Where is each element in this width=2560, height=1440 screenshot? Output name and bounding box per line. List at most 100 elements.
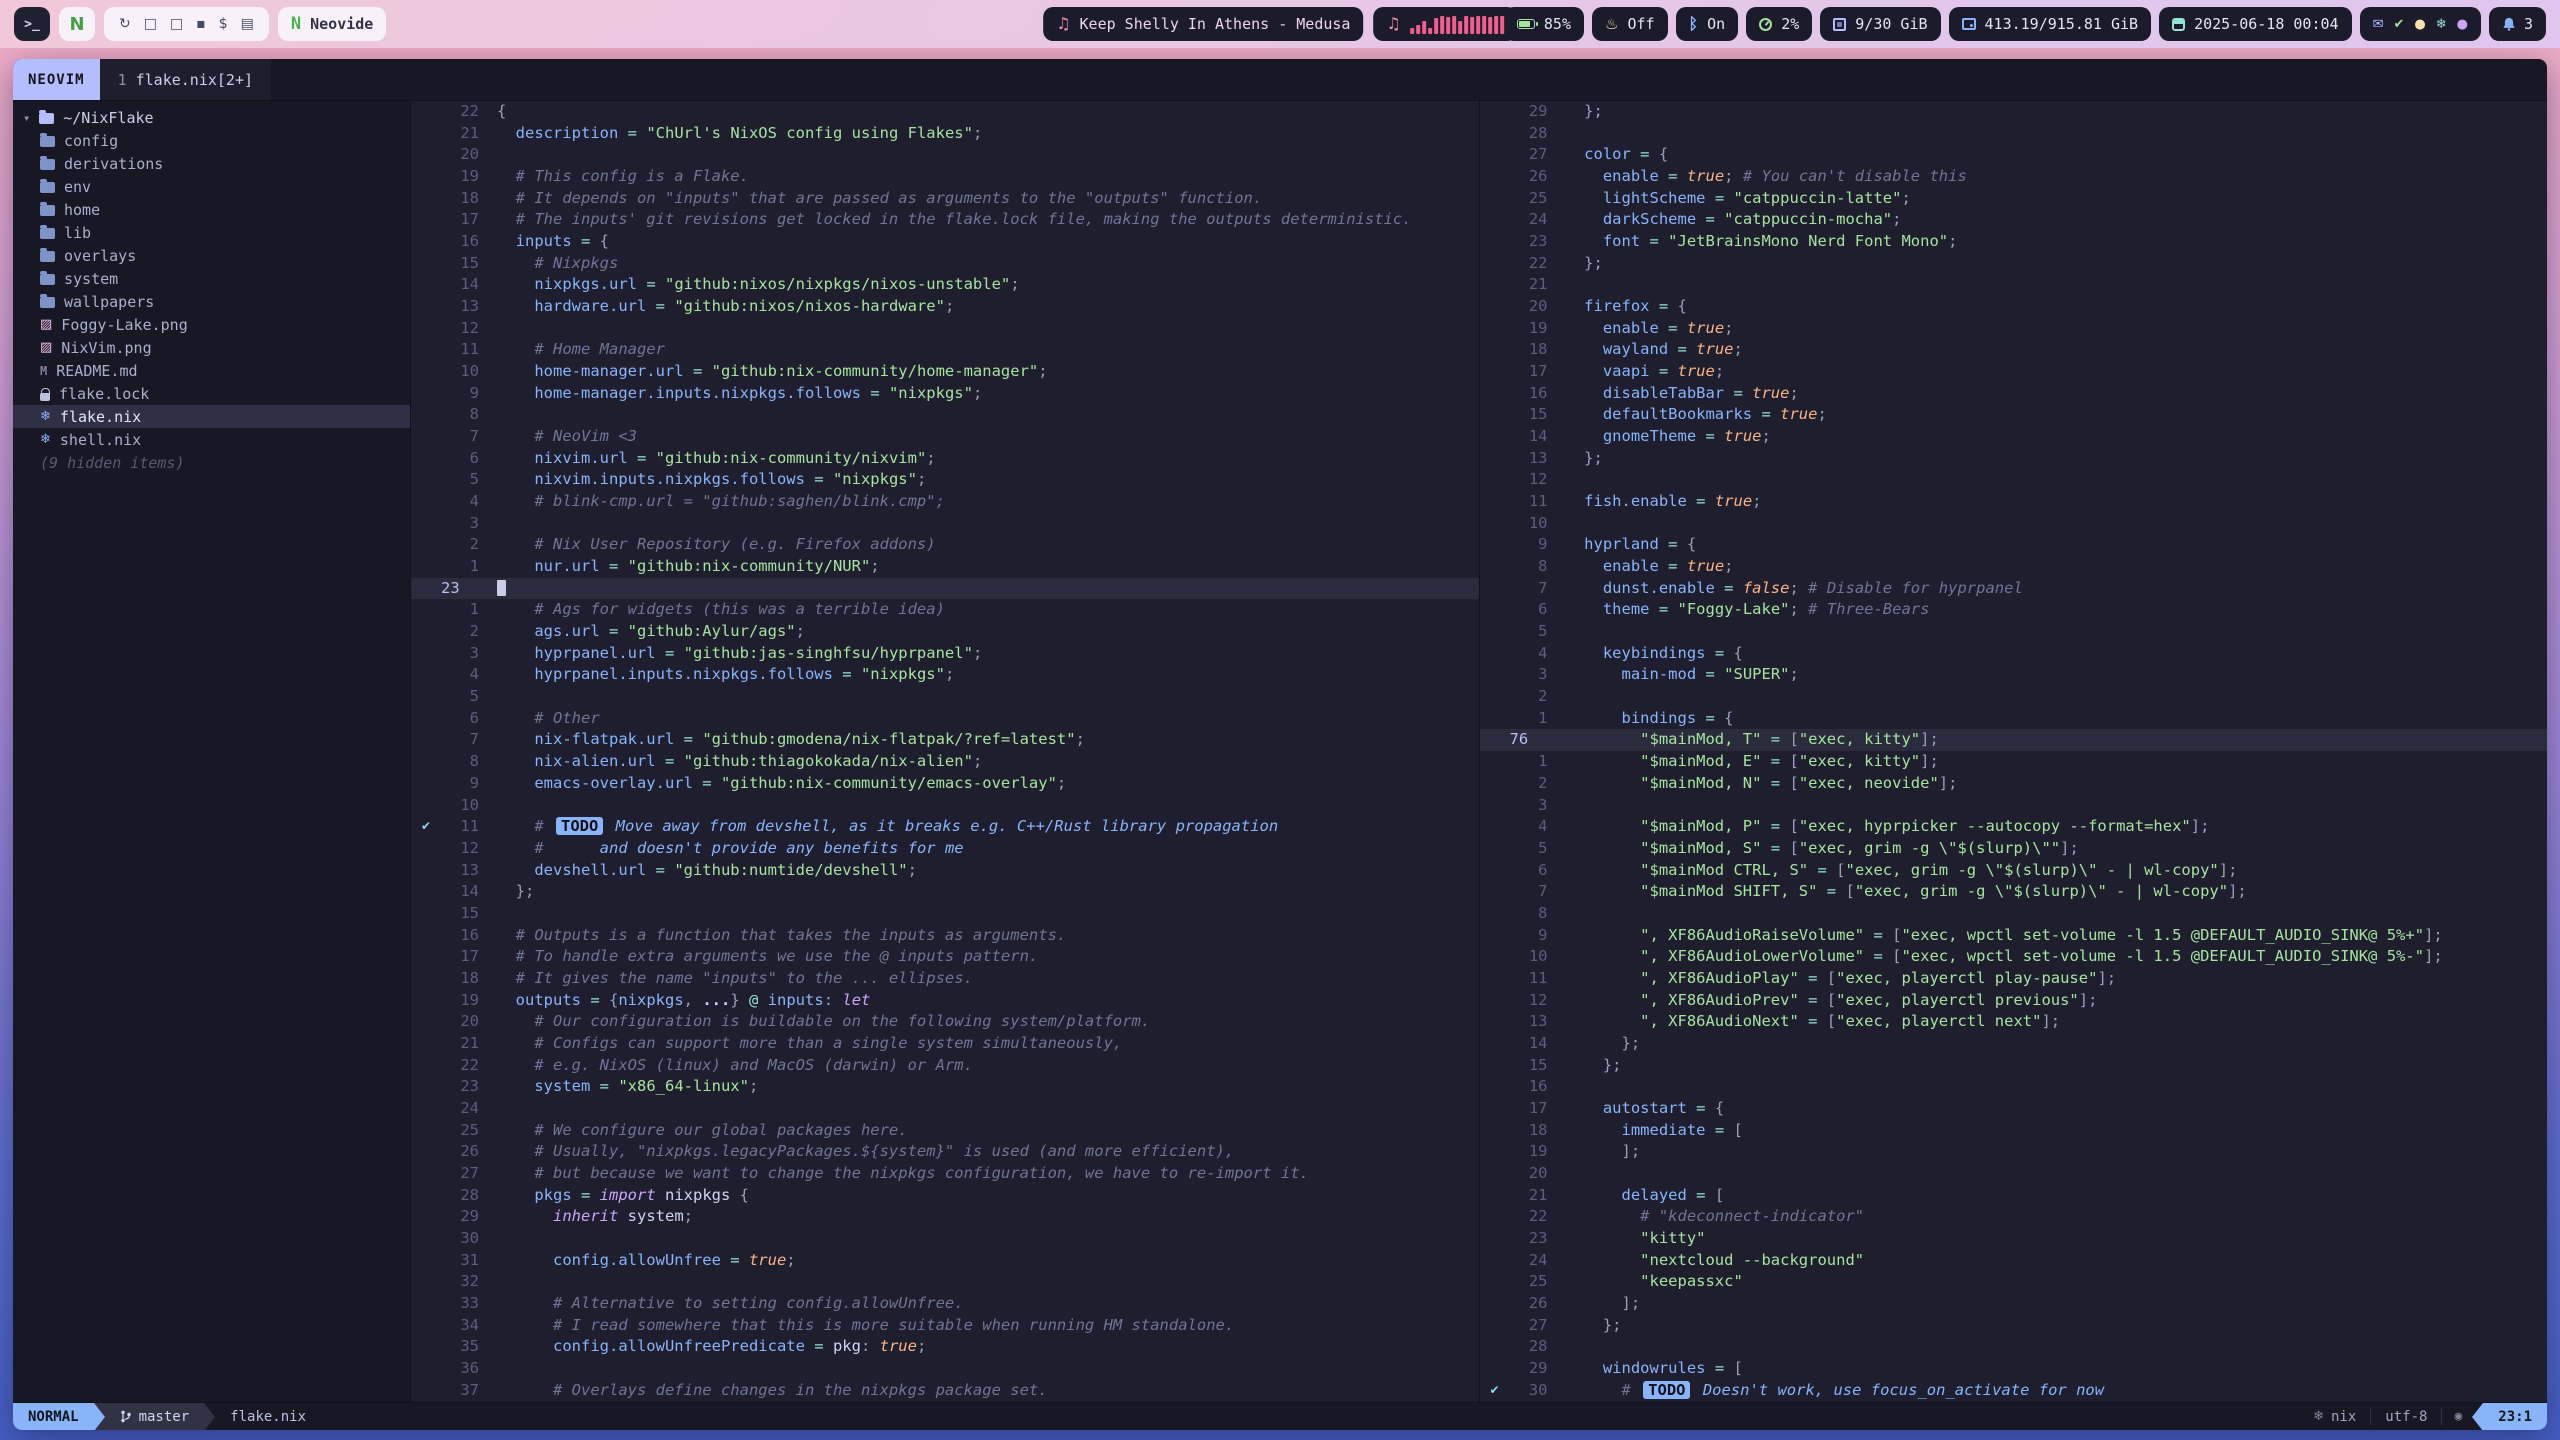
code-line[interactable]: 9 emacs-overlay.url = "github:nix-commun… — [411, 773, 1479, 795]
code-line[interactable]: 2 — [1480, 686, 2548, 708]
code-line[interactable]: 9 hyprland = { — [1480, 534, 2548, 556]
tree-item-readme-md[interactable]: MREADME.md — [13, 359, 410, 382]
code-line[interactable]: 24 "nextcloud --background" — [1480, 1250, 2548, 1272]
code-line[interactable]: 3 main-mod = "SUPER"; — [1480, 664, 2548, 686]
code-line[interactable]: 20 firefox = { — [1480, 296, 2548, 318]
code-line[interactable]: 5 "$mainMod, S" = ["exec, grim -g \"$(sl… — [1480, 838, 2548, 860]
code-line[interactable]: 7 nix-flatpak.url = "github:gmodena/nix-… — [411, 729, 1479, 751]
tree-item-home[interactable]: home — [13, 198, 410, 221]
idle-inhibitor-module[interactable]: ♨Off — [1592, 7, 1668, 41]
code-line[interactable]: 28 — [1480, 1336, 2548, 1358]
code-line[interactable]: 5 nixvim.inputs.nixpkgs.follows = "nixpk… — [411, 469, 1479, 491]
nix-icon[interactable]: ❄ — [2436, 18, 2447, 31]
code-line[interactable]: 17 autostart = { — [1480, 1098, 2548, 1120]
code-line[interactable]: 16 — [1480, 1076, 2548, 1098]
code-line[interactable]: 23 system = "x86_64-linux"; — [411, 1076, 1479, 1098]
code-line[interactable]: 26 ]; — [1480, 1293, 2548, 1315]
tree-item-env[interactable]: env — [13, 175, 410, 198]
code-line[interactable]: 6 theme = "Foggy-Lake"; # Three-Bears — [1480, 599, 2548, 621]
code-line[interactable]: 4 # blink-cmp.url = "github:saghen/blink… — [411, 491, 1479, 513]
clock-module[interactable]: 2025-06-18 00:04 — [2159, 7, 2352, 41]
code-line[interactable]: 12 # and doesn't provide any benefits fo… — [411, 838, 1479, 860]
code-line[interactable]: 2 "$mainMod, N" = ["exec, neovide"]; — [1480, 773, 2548, 795]
code-line[interactable]: 12 ", XF86AudioPrev" = ["exec, playerctl… — [1480, 990, 2548, 1012]
code-line[interactable]: 19 enable = true; — [1480, 318, 2548, 340]
code-line[interactable]: 10 ", XF86AudioLowerVolume" = ["exec, wp… — [1480, 946, 2548, 968]
code-line[interactable]: 10 — [411, 795, 1479, 817]
code-line[interactable]: 7 # NeoVim <3 — [411, 426, 1479, 448]
code-line[interactable]: 35 config.allowUnfreePredicate = pkg: tr… — [411, 1336, 1479, 1358]
code-line[interactable]: 37 # Overlays define changes in the nixp… — [411, 1380, 1479, 1402]
tree-item-lib[interactable]: lib — [13, 221, 410, 244]
code-line[interactable]: 13 ", XF86AudioNext" = ["exec, playerctl… — [1480, 1011, 2548, 1033]
code-line[interactable]: 1 "$mainMod, E" = ["exec, kitty"]; — [1480, 751, 2548, 773]
code-line[interactable]: 29 windowrules = [ — [1480, 1358, 2548, 1380]
code-line[interactable]: 13 }; — [1480, 448, 2548, 470]
code-line[interactable]: 2 # Nix User Repository (e.g. Firefox ad… — [411, 534, 1479, 556]
stack-icon[interactable]: ▤ — [241, 17, 254, 31]
code-line[interactable]: 27 # but because we want to change the n… — [411, 1163, 1479, 1185]
code-line[interactable]: 14 nixpkgs.url = "github:nixos/nixpkgs/n… — [411, 274, 1479, 296]
code-line[interactable]: 11 fish.enable = true; — [1480, 491, 2548, 513]
code-line[interactable]: 76 "$mainMod, T" = ["exec, kitty"]; — [1480, 729, 2548, 751]
code-line[interactable]: 17 vaapi = true; — [1480, 361, 2548, 383]
code-line[interactable]: 8 — [411, 404, 1479, 426]
memory-module[interactable]: 9/30 GiB — [1820, 7, 1940, 41]
code-line[interactable]: 20 # Our configuration is buildable on t… — [411, 1011, 1479, 1033]
code-line[interactable]: 18 # It gives the name "inputs" to the .… — [411, 968, 1479, 990]
code-line[interactable]: 29 }; — [1480, 101, 2548, 123]
code-line[interactable]: 13 devshell.url = "github:numtide/devshe… — [411, 860, 1479, 882]
editor-pane-left[interactable]: 22{21 description = "ChUrl's NixOS confi… — [411, 101, 1479, 1402]
refresh-icon[interactable]: ↻ — [119, 17, 131, 31]
terminal-filled-icon[interactable]: ▪ — [196, 17, 206, 31]
check-icon[interactable]: ✔ — [2393, 18, 2404, 31]
workspace-terminal[interactable] — [14, 7, 50, 41]
code-line[interactable]: 6 # Other — [411, 708, 1479, 730]
code-line[interactable]: 1 bindings = { — [1480, 708, 2548, 730]
code-line[interactable]: 18 wayland = true; — [1480, 339, 2548, 361]
code-line[interactable]: 26 # Usually, "nixpkgs.legacyPackages.${… — [411, 1141, 1479, 1163]
code-line[interactable]: 29 inherit system; — [411, 1206, 1479, 1228]
code-line[interactable]: 8 — [1480, 903, 2548, 925]
code-line[interactable]: 14 gnomeTheme = true; — [1480, 426, 2548, 448]
code-line[interactable]: 22 }; — [1480, 253, 2548, 275]
code-line[interactable]: 6 "$mainMod CTRL, S" = ["exec, grim -g \… — [1480, 860, 2548, 882]
code-line[interactable]: 19 outputs = {nixpkgs, ...} @ inputs: le… — [411, 990, 1479, 1012]
code-line[interactable]: 32 — [411, 1271, 1479, 1293]
code-line[interactable]: 25 # We configure our global packages he… — [411, 1120, 1479, 1142]
code-line[interactable]: 9 ", XF86AudioRaiseVolume" = ["exec, wpc… — [1480, 925, 2548, 947]
palette-icon[interactable]: ● — [2457, 18, 2468, 31]
code-line[interactable]: 25 "keepassxc" — [1480, 1271, 2548, 1293]
dollar-icon[interactable]: $ — [219, 17, 228, 31]
code-line[interactable]: 6 nixvim.url = "github:nix-community/nix… — [411, 448, 1479, 470]
code-line[interactable]: 33 # Alternative to setting config.allow… — [411, 1293, 1479, 1315]
tree-item-shell-nix[interactable]: ❄shell.nix — [13, 428, 410, 451]
code-line[interactable]: 3 — [411, 513, 1479, 535]
code-line[interactable]: 4 "$mainMod, P" = ["exec, hyprpicker --a… — [1480, 816, 2548, 838]
tree-item-flake-nix[interactable]: ❄flake.nix — [13, 405, 410, 428]
code-line[interactable]: ✔11 # TODO Move away from devshell, as i… — [411, 816, 1479, 838]
tree-item-flake-lock[interactable]: flake.lock — [13, 382, 410, 405]
code-line[interactable]: 16 # Outputs is a function that takes th… — [411, 925, 1479, 947]
tree-item-config[interactable]: config — [13, 129, 410, 152]
code-line[interactable]: 31 config.allowUnfree = true; — [411, 1250, 1479, 1272]
notifications-pill[interactable]: 3 — [2489, 7, 2546, 41]
code-line[interactable]: 24 darkScheme = "catppuccin-mocha"; — [1480, 209, 2548, 231]
code-line[interactable]: 12 — [411, 318, 1479, 340]
code-line[interactable]: 16 disableTabBar = true; — [1480, 383, 2548, 405]
code-line[interactable]: 9 home-manager.inputs.nixpkgs.follows = … — [411, 383, 1479, 405]
code-line[interactable]: 11 ", XF86AudioPlay" = ["exec, playerctl… — [1480, 968, 2548, 990]
media-player-pill[interactable]: ♫ Keep Shelly In Athens - Medusa — [1043, 7, 1363, 41]
code-line[interactable]: ✔30 # TODO Doesn't work, use focus_on_ac… — [1480, 1380, 2548, 1402]
tree-item-nixvim-png[interactable]: ▨NixVim.png — [13, 336, 410, 359]
code-line[interactable]: 36 — [411, 1358, 1479, 1380]
code-line[interactable]: 17 # To handle extra arguments we use th… — [411, 946, 1479, 968]
code-line[interactable]: 22{ — [411, 101, 1479, 123]
code-line[interactable]: 14 }; — [411, 881, 1479, 903]
code-line[interactable]: 7 dunst.enable = false; # Disable for hy… — [1480, 578, 2548, 600]
code-line[interactable]: 14 }; — [1480, 1033, 2548, 1055]
code-line[interactable]: 15 }; — [1480, 1055, 2548, 1077]
code-line[interactable]: 3 — [1480, 795, 2548, 817]
code-line[interactable]: 1 nur.url = "github:nix-community/NUR"; — [411, 556, 1479, 578]
code-line[interactable]: 7 "$mainMod SHIFT, S" = ["exec, grim -g … — [1480, 881, 2548, 903]
